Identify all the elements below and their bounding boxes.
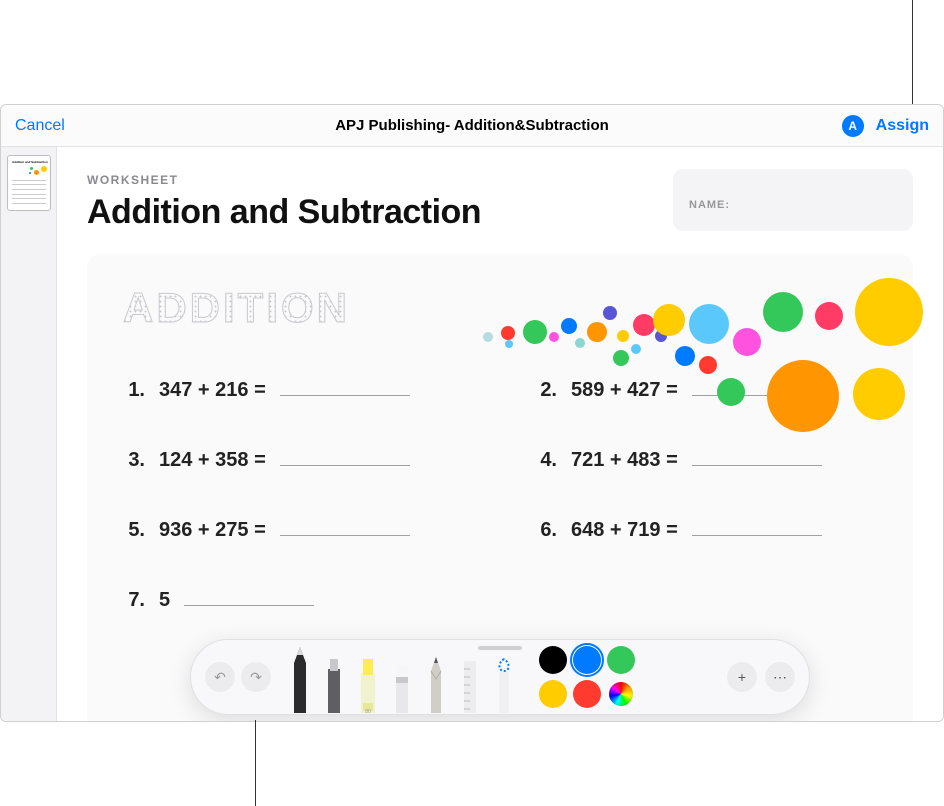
bubble [717,378,745,406]
bubble [561,318,577,334]
bubble [523,320,547,344]
problem-number: 6. [535,519,557,542]
problem-number: 1. [123,379,145,402]
problem-number: 4. [535,449,557,472]
redo-button[interactable]: ↷ [241,662,271,692]
bubble [633,314,655,336]
tool-group: 80 [285,641,519,713]
bubble [631,344,641,354]
worksheet-page: WORKSHEET Addition and Subtraction NAME:… [57,147,943,721]
app-window: Cancel APJ Publishing- Addition&Subtract… [0,104,944,722]
undo-button[interactable]: ↶ [205,662,235,692]
color-swatch-grid [539,646,635,708]
cancel-button[interactable]: Cancel [15,117,65,134]
bubble [653,304,685,336]
bubble [549,332,559,342]
answer-blank[interactable] [184,586,314,606]
bubble [763,292,803,332]
decorative-bubbles [483,264,923,434]
bubble [689,304,729,344]
problem-row: 1. 347 + 216 = [123,376,465,402]
page-thumbnail[interactable]: Addition and Subtraction [7,155,51,211]
lasso-tool[interactable] [489,655,519,713]
markup-toolbar: ↶ ↷ 80 + ⋯ [190,639,810,715]
bubble [575,338,585,348]
bubble [613,350,629,366]
problem-number: 3. [123,449,145,472]
problem-row: 7.5 [123,586,465,612]
color-black[interactable] [539,646,567,674]
markup-mode-icon[interactable]: A [842,115,864,137]
highlighter-tool[interactable]: 80 [353,655,383,713]
problem-row: 5. 936 + 275 = [123,516,465,542]
answer-blank[interactable] [280,376,410,396]
marker-tool[interactable] [319,655,349,713]
color-wheel[interactable] [607,680,635,708]
name-label: NAME: [689,199,897,211]
pen-tool[interactable] [285,645,315,713]
toolbar-grip[interactable] [478,646,522,650]
color-green[interactable] [607,646,635,674]
pencil-tool[interactable] [421,655,451,713]
color-yellow[interactable] [539,680,567,708]
name-field-box: NAME: [673,169,913,231]
color-red[interactable] [573,680,601,708]
callout-line-bottom [255,720,256,806]
bubble [853,368,905,420]
eraser-tool[interactable] [387,655,417,713]
bubble [587,322,607,342]
bubble [675,346,695,366]
callout-line-top [912,0,913,104]
document-canvas[interactable]: WORKSHEET Addition and Subtraction NAME:… [57,147,943,721]
answer-blank[interactable] [280,446,410,466]
color-blue[interactable] [573,646,601,674]
problem-number: 7. [123,589,145,612]
svg-text:80: 80 [365,709,371,713]
bubble [855,278,923,346]
bubble [501,326,515,340]
bubble [505,340,513,348]
problem-equation: 124 + 358 = [159,449,266,472]
more-button[interactable]: ⋯ [765,662,795,692]
problem-equation: 347 + 216 = [159,379,266,402]
bubble [483,332,493,342]
add-button[interactable]: + [727,662,757,692]
document-title: APJ Publishing- Addition&Subtraction [135,117,809,134]
problem-equation: 648 + 719 = [571,519,678,542]
bubble [767,360,839,432]
thumbnail-sidebar: Addition and Subtraction [1,147,57,721]
problem-number: 5. [123,519,145,542]
answer-blank[interactable] [280,516,410,536]
assign-button[interactable]: Assign [876,117,929,135]
bubble [617,330,629,342]
bubble [815,302,843,330]
bubble [603,306,617,320]
problem-equation: 721 + 483 = [571,449,678,472]
navbar: Cancel APJ Publishing- Addition&Subtract… [1,105,943,147]
ruler-tool[interactable] [455,655,485,713]
answer-blank[interactable] [692,446,822,466]
problem-row: 3. 124 + 358 = [123,446,465,472]
bubble [699,356,717,374]
problem-equation: 936 + 275 = [159,519,266,542]
problem-equation: 5 [159,589,170,612]
body: Addition and Subtraction WORKSHEET Addit… [1,147,943,721]
problem-row: 6. 648 + 719 = [535,516,877,542]
answer-blank[interactable] [692,516,822,536]
problem-row: 4. 721 + 483 = [535,446,877,472]
bubble [733,328,761,356]
